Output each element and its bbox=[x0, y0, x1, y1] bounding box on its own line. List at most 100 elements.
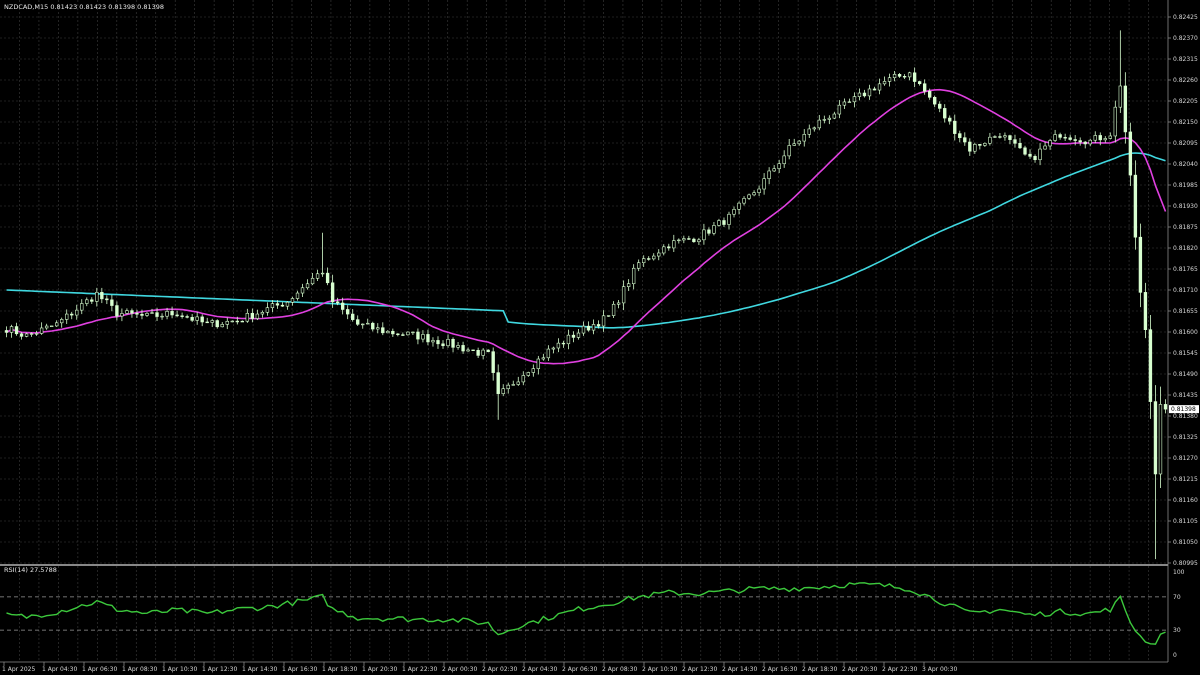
candle-body bbox=[526, 372, 530, 376]
candle-body bbox=[571, 334, 576, 338]
candle-body bbox=[426, 334, 430, 343]
candle-body bbox=[100, 291, 104, 300]
candle-body bbox=[396, 333, 400, 335]
candle-body bbox=[852, 96, 857, 103]
candle-body bbox=[461, 345, 465, 352]
candle-body bbox=[250, 312, 255, 319]
candle-body bbox=[19, 333, 24, 337]
time-tick-label: 2 Apr 04:30 bbox=[522, 666, 557, 673]
candle-body bbox=[897, 74, 902, 77]
candle-body bbox=[466, 349, 470, 352]
candle-body bbox=[376, 327, 380, 330]
candle-body bbox=[958, 133, 962, 138]
rsi-tick-label: 30 bbox=[1173, 627, 1181, 634]
candle-body bbox=[441, 343, 445, 347]
candle-body bbox=[546, 348, 551, 359]
price-tick-label: 0.81215 bbox=[1173, 476, 1198, 483]
candle-body bbox=[757, 188, 761, 193]
candle-body bbox=[677, 239, 681, 242]
candle-body bbox=[1068, 137, 1072, 140]
candle-body bbox=[968, 141, 972, 152]
candle-body bbox=[295, 292, 300, 299]
candle-body bbox=[732, 209, 736, 215]
price-tick-label: 0.81600 bbox=[1173, 329, 1198, 336]
candle-body bbox=[767, 170, 771, 179]
candle-body bbox=[762, 178, 766, 190]
candle-body bbox=[887, 77, 892, 82]
candle-body bbox=[963, 137, 967, 143]
candle-body bbox=[80, 303, 84, 311]
candle-body bbox=[712, 225, 716, 234]
candle-body bbox=[606, 315, 611, 317]
price-tick-label: 0.81985 bbox=[1173, 182, 1198, 189]
price-tick-label: 0.81270 bbox=[1173, 455, 1198, 462]
candle-body bbox=[366, 322, 370, 325]
time-tick-label: 2 Apr 10:30 bbox=[642, 666, 677, 673]
time-tick-label: 1 Apr 10:30 bbox=[162, 666, 197, 673]
candle-body bbox=[39, 327, 44, 334]
candle-body bbox=[496, 372, 500, 394]
candle-body bbox=[340, 302, 345, 310]
candle-body bbox=[667, 246, 671, 249]
candle-body bbox=[1153, 401, 1158, 475]
candle-body bbox=[1033, 156, 1037, 161]
candle-body bbox=[817, 119, 821, 129]
time-tick-label: 1 Apr 16:30 bbox=[282, 666, 317, 673]
candle-body bbox=[777, 163, 781, 169]
candle-body bbox=[1108, 135, 1112, 139]
candle-body bbox=[922, 83, 927, 92]
candle-body bbox=[85, 299, 89, 304]
candle-body bbox=[386, 330, 390, 334]
candle-body bbox=[29, 333, 34, 335]
candle-body bbox=[34, 333, 39, 335]
candle-body bbox=[65, 313, 69, 320]
candle-body bbox=[260, 312, 265, 315]
candle-body bbox=[832, 113, 837, 119]
symbol-header: NZDCAD,M15 0.81423 0.81423 0.81398 0.813… bbox=[4, 3, 164, 11]
candle-body bbox=[391, 330, 395, 335]
candle-body bbox=[812, 127, 816, 130]
candle-body bbox=[300, 287, 305, 294]
candle-body bbox=[692, 238, 696, 243]
candle-body bbox=[1053, 134, 1057, 141]
candle-body bbox=[230, 320, 234, 323]
candle-body bbox=[416, 331, 420, 340]
rsi-tick-label: 0 bbox=[1173, 652, 1177, 659]
candle-body bbox=[1143, 292, 1148, 330]
time-tick-label: 2 Apr 14:30 bbox=[722, 666, 757, 673]
price-tick-label: 0.82150 bbox=[1173, 119, 1198, 126]
candle-body bbox=[862, 92, 867, 97]
candle-body bbox=[356, 319, 360, 325]
candle-body bbox=[320, 272, 325, 275]
candle-body bbox=[912, 72, 917, 82]
candle-body bbox=[55, 322, 59, 327]
candle-body bbox=[802, 134, 806, 142]
candle-body bbox=[436, 340, 440, 345]
candle-body bbox=[1058, 134, 1062, 138]
price-tick-label: 0.81930 bbox=[1173, 203, 1198, 210]
candle-body bbox=[1038, 148, 1042, 161]
candle bbox=[49, 325, 54, 328]
time-tick-label: 2 Apr 16:30 bbox=[762, 666, 797, 673]
time-tick-label: 1 Apr 08:30 bbox=[122, 666, 157, 673]
candle-body bbox=[737, 202, 741, 210]
candle-body bbox=[561, 342, 566, 345]
candle-body bbox=[150, 312, 154, 314]
candle-body bbox=[1073, 139, 1077, 141]
candle-body bbox=[782, 155, 786, 164]
candle-body bbox=[205, 321, 209, 324]
price-tick-label: 0.81655 bbox=[1173, 308, 1198, 315]
candle-body bbox=[381, 327, 385, 334]
candle-body bbox=[1098, 135, 1102, 141]
candle-body bbox=[1158, 404, 1163, 475]
candle-body bbox=[722, 220, 726, 225]
candle-body bbox=[551, 347, 556, 350]
candle-body bbox=[125, 310, 129, 314]
price-tick-label: 0.81490 bbox=[1173, 371, 1198, 378]
candle-body bbox=[305, 283, 310, 289]
candle-body bbox=[280, 304, 285, 307]
candle-body bbox=[290, 298, 295, 303]
candle-body bbox=[631, 267, 636, 285]
candle-body bbox=[652, 255, 656, 260]
candle-body bbox=[49, 325, 54, 328]
